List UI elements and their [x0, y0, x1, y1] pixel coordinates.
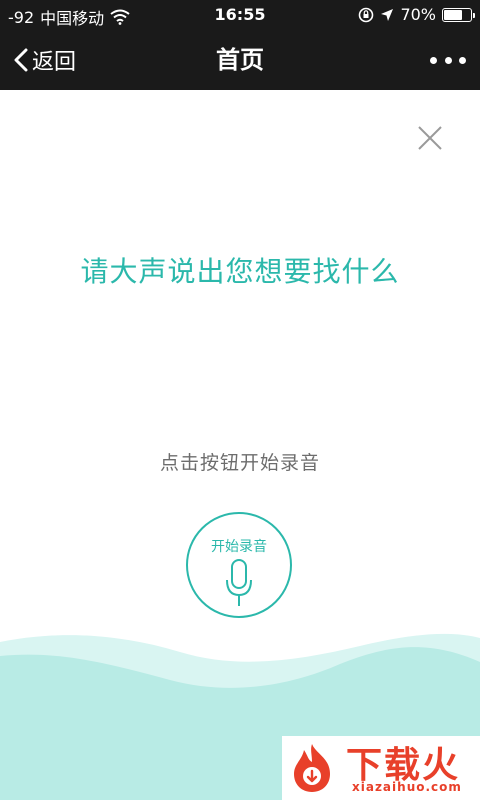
battery-fill	[444, 9, 462, 20]
battery-percentage: 70%	[400, 5, 436, 24]
voice-search-prompt: 请大声说出您想要找什么	[80, 255, 400, 288]
back-button[interactable]: 返回	[14, 30, 76, 90]
nav-bar: 返回 首页	[0, 30, 480, 90]
battery-icon	[442, 7, 475, 22]
battery-tip	[473, 12, 475, 18]
microphone-icon	[226, 559, 252, 606]
record-button[interactable]: 开始录音	[186, 512, 292, 618]
watermark: 下载火 xiazaihuo.com	[282, 736, 480, 800]
more-dots-icon[interactable]	[430, 48, 466, 72]
more-dot	[444, 56, 452, 64]
more-dot	[430, 56, 437, 64]
back-label: 返回	[32, 50, 77, 75]
record-button-label: 开始录音	[211, 539, 267, 555]
status-right: 70%	[358, 5, 475, 24]
watermark-domain: xiazaihuo.com	[352, 780, 462, 794]
chevron-left-icon	[14, 48, 28, 72]
flame-logo-icon	[294, 744, 330, 792]
location-arrow-icon	[381, 8, 394, 21]
status-bar: -92 中国移动 16:55 70%	[0, 0, 480, 30]
more-dot	[459, 56, 466, 64]
rotation-lock-icon	[359, 7, 374, 22]
close-icon[interactable]	[416, 124, 444, 152]
record-hint: 点击按钮开始录音	[159, 452, 320, 474]
